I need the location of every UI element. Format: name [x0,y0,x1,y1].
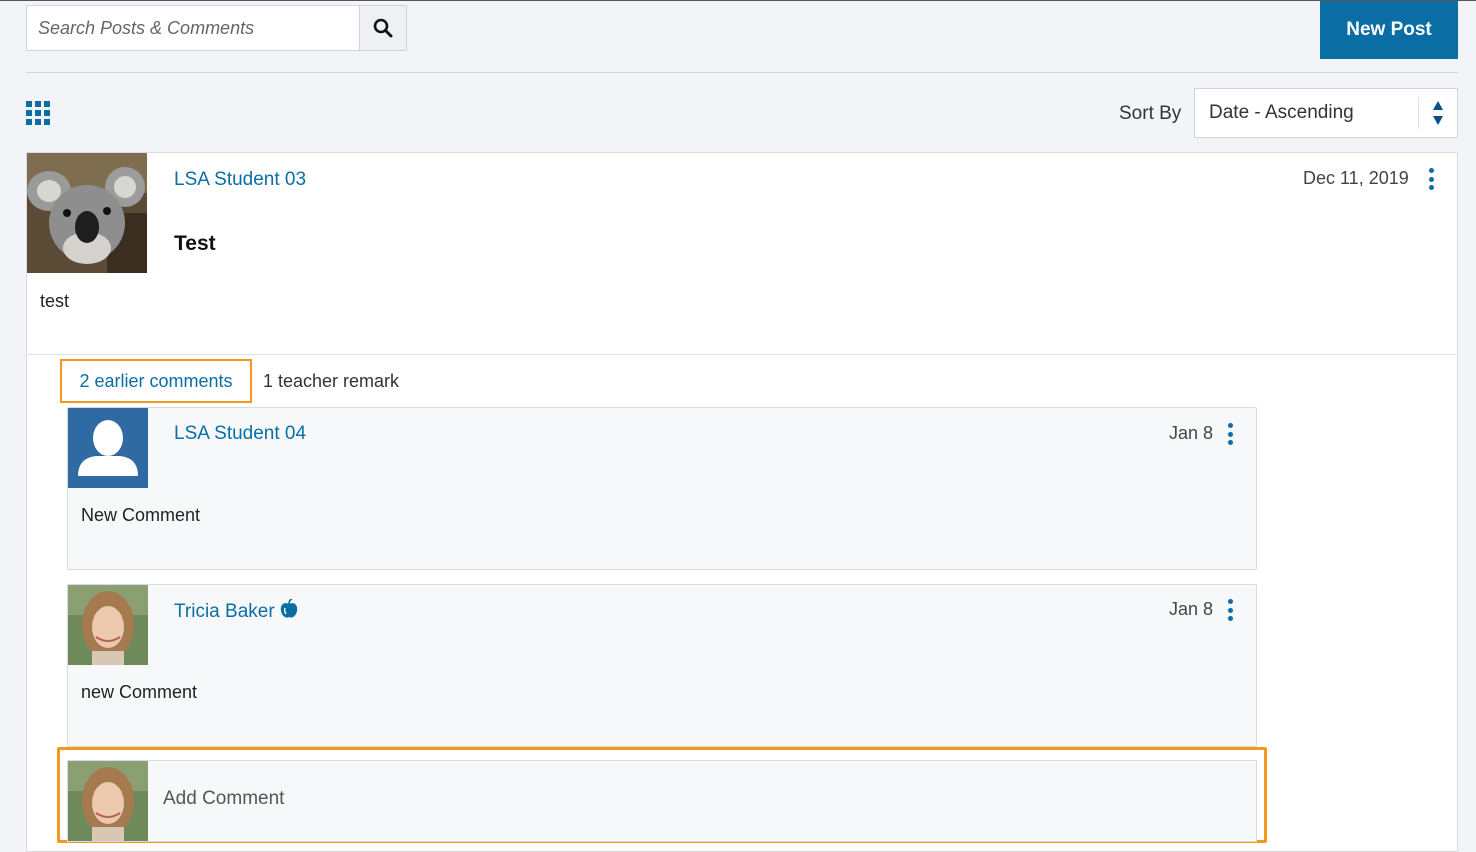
post-body: test [40,291,70,311]
comment-card: Tricia Baker Jan 8 new Comment [67,584,1257,747]
toolbar-divider [26,72,1458,73]
search-icon [373,18,393,38]
post-card: LSA Student 03 Dec 11, 2019 Test test 2 … [26,152,1458,852]
sort-select[interactable]: Date - Ascending [1194,88,1458,138]
new-post-button[interactable]: New Post [1320,1,1458,59]
comment-card: LSA Student 04 Jan 8 New Comment [67,407,1257,570]
post-title: Test [174,232,216,255]
sort-arrows-icon [1418,97,1457,129]
teacher-apple-icon [280,598,298,618]
comment-more-icon[interactable] [1226,599,1234,621]
sort-select-value: Date - Ascending [1209,102,1354,123]
comment-body: New Comment [81,505,201,525]
comment-author-link[interactable]: LSA Student 04 [174,423,306,445]
current-user-avatar [68,761,148,841]
earlier-comments-link[interactable]: 2 earlier comments [60,359,252,403]
comment-more-icon[interactable] [1226,423,1234,445]
post-divider [27,354,1457,355]
koala-avatar [27,153,147,273]
post-date: Dec 11, 2019 [1303,168,1409,188]
comment-author-name: Tricia Baker [174,601,275,622]
add-comment-input[interactable] [161,787,1245,811]
sort-label: Sort By [1119,103,1182,124]
comment-body: new Comment [81,682,198,702]
search-button[interactable] [360,5,407,51]
default-avatar-icon [68,408,148,488]
post-author-link[interactable]: LSA Student 03 [174,169,306,191]
grid-view-icon[interactable] [26,101,50,125]
comment-date: Jan 8 [1169,423,1214,443]
add-comment-box[interactable] [67,760,1257,842]
comment-author-link[interactable]: Tricia Baker [174,598,298,623]
teacher-remark-count: 1 teacher remark [263,371,400,391]
post-more-icon[interactable] [1427,168,1435,190]
search-field[interactable] [26,5,360,51]
comment-date: Jan 8 [1169,599,1214,619]
teacher-avatar [68,585,148,665]
search-input[interactable] [36,16,359,40]
